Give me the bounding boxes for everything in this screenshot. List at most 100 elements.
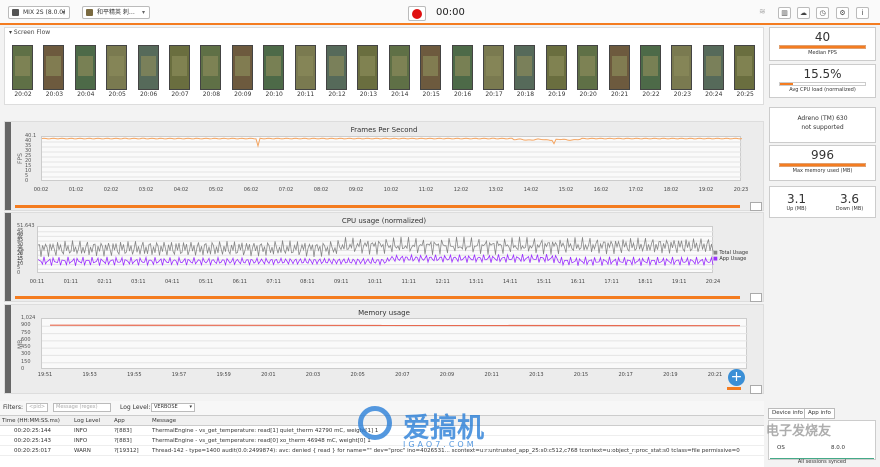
screen-thumbnail[interactable] <box>357 45 379 90</box>
thumbnail-time: 20:23 <box>673 91 692 98</box>
memory-scrollbar[interactable] <box>727 387 741 390</box>
fps-scrollbar[interactable] <box>15 205 740 208</box>
screen-thumbnail[interactable] <box>106 45 128 90</box>
thumbnail-content <box>454 56 470 76</box>
screen-thumbnail[interactable] <box>43 45 65 90</box>
log-app: ?[883] <box>114 438 132 444</box>
history-button[interactable]: ◷ <box>816 7 829 19</box>
x-tick-label: 02:11 <box>97 279 112 285</box>
x-tick-label: 04:02 <box>173 187 189 193</box>
settings-button[interactable]: ⚙ <box>836 7 849 19</box>
x-tick-label: 07:11 <box>266 279 281 285</box>
thumbnail-time: 20:08 <box>202 91 221 98</box>
x-tick-label: 19:55 <box>127 372 142 378</box>
col-time[interactable]: Time (HH:MM:SS.ms) <box>2 416 72 426</box>
upload-button[interactable]: ☁ <box>797 7 810 19</box>
cloud-icon: ☁ <box>800 9 807 17</box>
screen-thumbnail[interactable] <box>263 45 285 90</box>
clock-icon: ◷ <box>819 9 826 17</box>
y-tick-label: 900 <box>21 322 31 329</box>
thumbnail-time: 20:09 <box>234 91 252 98</box>
screen-thumbnail[interactable] <box>200 45 222 90</box>
screen-thumbnail[interactable] <box>388 45 410 90</box>
x-tick-label: 20:19 <box>663 372 678 378</box>
cpu-expand-button[interactable] <box>750 293 762 302</box>
thumbnail-content <box>172 56 187 76</box>
screen-thumbnail[interactable] <box>294 45 316 90</box>
x-tick-label: 06:02 <box>243 187 259 193</box>
log-level: WARN <box>74 448 91 454</box>
screen-thumbnail[interactable] <box>545 45 567 90</box>
median-fps-bar <box>779 45 866 49</box>
thumbnail-content <box>15 56 30 76</box>
session-timer: 00:00 <box>436 7 465 18</box>
screen-thumbnail[interactable] <box>169 45 190 90</box>
x-tick-label: 06:11 <box>232 279 247 285</box>
x-tick-label: 11:11 <box>401 279 416 285</box>
android-icon <box>12 9 19 16</box>
tab-app-info[interactable]: App info <box>804 408 835 419</box>
screen-thumbnail[interactable] <box>74 45 96 90</box>
pid-input[interactable]: <pid> <box>26 403 48 412</box>
fps-expand-button[interactable] <box>750 202 762 211</box>
gpu-name: Adreno (TM) 630 <box>797 115 848 122</box>
device-selector[interactable]: MIX 2S (8.0.0) ▾ <box>8 6 70 19</box>
log-level-select[interactable]: VERBOSE ▾ <box>151 403 195 412</box>
screen-thumbnail[interactable] <box>577 45 599 90</box>
thumbnail-time: 20:25 <box>736 91 754 98</box>
log-time: 00:20:25:144 <box>14 428 52 434</box>
tab-device-info[interactable]: Device info <box>768 408 807 419</box>
screen-flow-panel: ▾ Screen Flow 20:02 20:03 20:04 20:05 20:06 2… <box>4 27 764 105</box>
screen-thumbnail[interactable] <box>640 45 661 90</box>
cpu-chart-title: CPU usage (normalized) <box>341 217 427 225</box>
thumbnail-time: 20:10 <box>265 91 283 98</box>
x-tick-label: 16:11 <box>570 279 585 285</box>
plus-icon: + <box>730 369 743 385</box>
memory-panel: Memory usage MB 1,024 900 750 600 450 300 150 0… <box>4 304 764 394</box>
x-tick-label: 03:02 <box>138 187 154 193</box>
thumbnail-content <box>391 56 407 76</box>
message-filter-input[interactable]: Message (regex) <box>53 403 111 412</box>
screen-thumbnail[interactable] <box>326 45 347 90</box>
cpu-load-label: Avg CPU load (normalized) <box>789 87 856 93</box>
thumbnail-time: 20:22 <box>642 91 660 98</box>
screen-thumbnail[interactable] <box>483 45 504 90</box>
thumbnail-content <box>611 56 627 76</box>
screen-thumbnail[interactable] <box>514 45 536 90</box>
screen-thumbnail[interactable] <box>420 45 442 90</box>
cpu-legend: ■ Total Usage ■ App Usage <box>713 250 748 262</box>
delete-button[interactable]: ▥ <box>778 7 791 19</box>
screen-thumbnail[interactable] <box>451 45 473 90</box>
screen-thumbnail[interactable] <box>671 45 693 90</box>
thumbnail-time: 20:24 <box>705 91 723 98</box>
app-selector[interactable]: 和平精英 刺… ▾ <box>82 6 150 19</box>
screen-thumbnail[interactable] <box>702 45 724 90</box>
screen-flow-header[interactable]: ▾ Screen Flow <box>9 29 50 36</box>
log-app: ?[883] <box>114 428 132 434</box>
x-tick-label: 20:17 <box>618 372 633 378</box>
thumbnail-content <box>297 56 313 76</box>
watermark-elecfans: 电子发烧友 <box>766 420 831 439</box>
screen-thumbnail[interactable] <box>231 45 253 90</box>
screen-thumbnail[interactable] <box>137 45 159 90</box>
screen-thumbnail[interactable] <box>608 45 630 90</box>
cpu-scrollbar[interactable] <box>15 296 740 299</box>
thumbnail-content <box>517 56 533 76</box>
chevron-down-icon: ▾ <box>189 404 192 410</box>
screen-thumbnail[interactable] <box>12 45 33 90</box>
x-tick-label: 10:11 <box>367 279 383 285</box>
col-level[interactable]: Log Level <box>74 416 112 426</box>
info-button[interactable]: i <box>856 7 869 19</box>
fps-chart <box>41 137 743 178</box>
download-stat: 3.6 Down (MB) <box>823 192 876 212</box>
memory-expand-button[interactable] <box>750 385 762 394</box>
x-tick-label: 18:02 <box>663 187 679 193</box>
add-button[interactable]: + <box>728 369 745 386</box>
col-app[interactable]: App <box>114 416 150 426</box>
record-button[interactable] <box>408 6 426 21</box>
x-tick-label: 17:11 <box>604 279 619 285</box>
log-level: INFO <box>74 428 88 434</box>
download-label: Down (MB) <box>835 206 864 212</box>
thumbnail-content <box>234 56 250 76</box>
screen-thumbnail[interactable] <box>734 45 756 90</box>
